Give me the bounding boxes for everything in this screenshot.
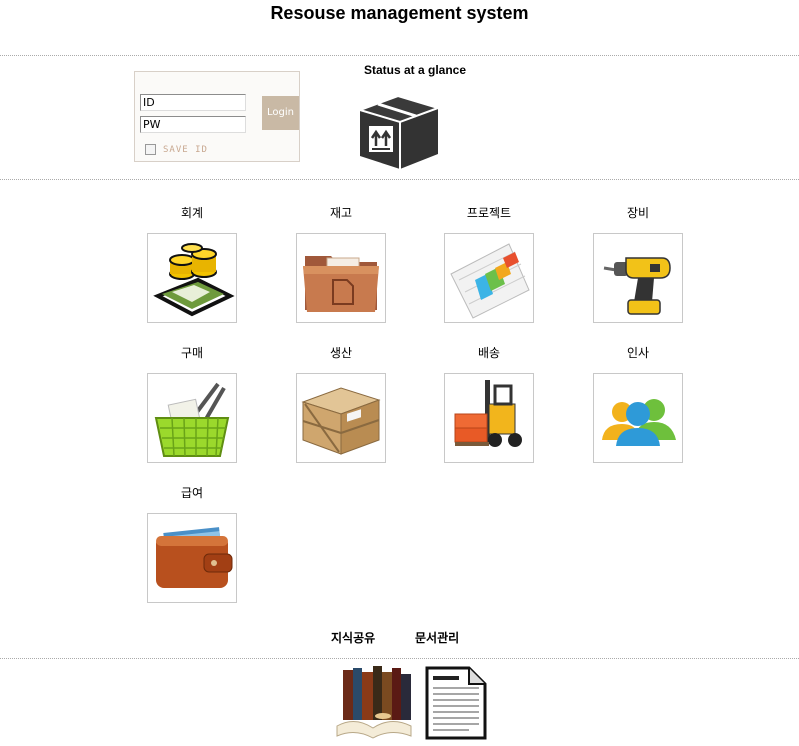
page-title: Resouse management system [270, 3, 529, 23]
module-label-production[interactable]: 생산 [281, 344, 401, 361]
module-label-hr[interactable]: 인사 [578, 344, 698, 361]
people-icon[interactable] [593, 373, 683, 463]
module-label-project[interactable]: 프로젝트 [429, 204, 549, 221]
module-label-delivery[interactable]: 배송 [429, 344, 549, 361]
folder-icon[interactable] [296, 233, 386, 323]
save-id-checkbox[interactable] [145, 144, 156, 155]
divider-middle [0, 179, 799, 180]
gantt-chart-icon[interactable] [444, 233, 534, 323]
login-panel: ID PW Login SAVE ID [134, 71, 300, 162]
wallet-icon[interactable] [147, 513, 237, 603]
books-icon[interactable] [333, 664, 415, 740]
money-icon[interactable] [147, 233, 237, 323]
divider-top [0, 55, 799, 56]
basket-icon[interactable] [147, 373, 237, 463]
knowledge-sharing-link[interactable]: 지식공유 [331, 629, 375, 646]
module-label-payroll[interactable]: 급여 [132, 484, 252, 501]
save-id-label: SAVE ID [163, 145, 208, 155]
module-label-inventory[interactable]: 재고 [281, 204, 401, 221]
module-label-purchase[interactable]: 구매 [132, 344, 252, 361]
divider-bottom [0, 658, 799, 659]
login-button[interactable]: Login [262, 96, 299, 130]
document-icon[interactable] [423, 664, 489, 742]
document-management-link[interactable]: 문서관리 [415, 629, 459, 646]
module-label-equipment[interactable]: 장비 [578, 204, 698, 221]
drill-icon[interactable] [593, 233, 683, 323]
forklift-icon[interactable] [444, 373, 534, 463]
module-label-accounting[interactable]: 회계 [132, 204, 252, 221]
status-title: Status at a glance [363, 63, 467, 77]
crate-icon[interactable] [296, 373, 386, 463]
password-input[interactable]: PW [140, 116, 246, 133]
box-icon[interactable] [356, 94, 442, 170]
id-input[interactable]: ID [140, 94, 246, 111]
